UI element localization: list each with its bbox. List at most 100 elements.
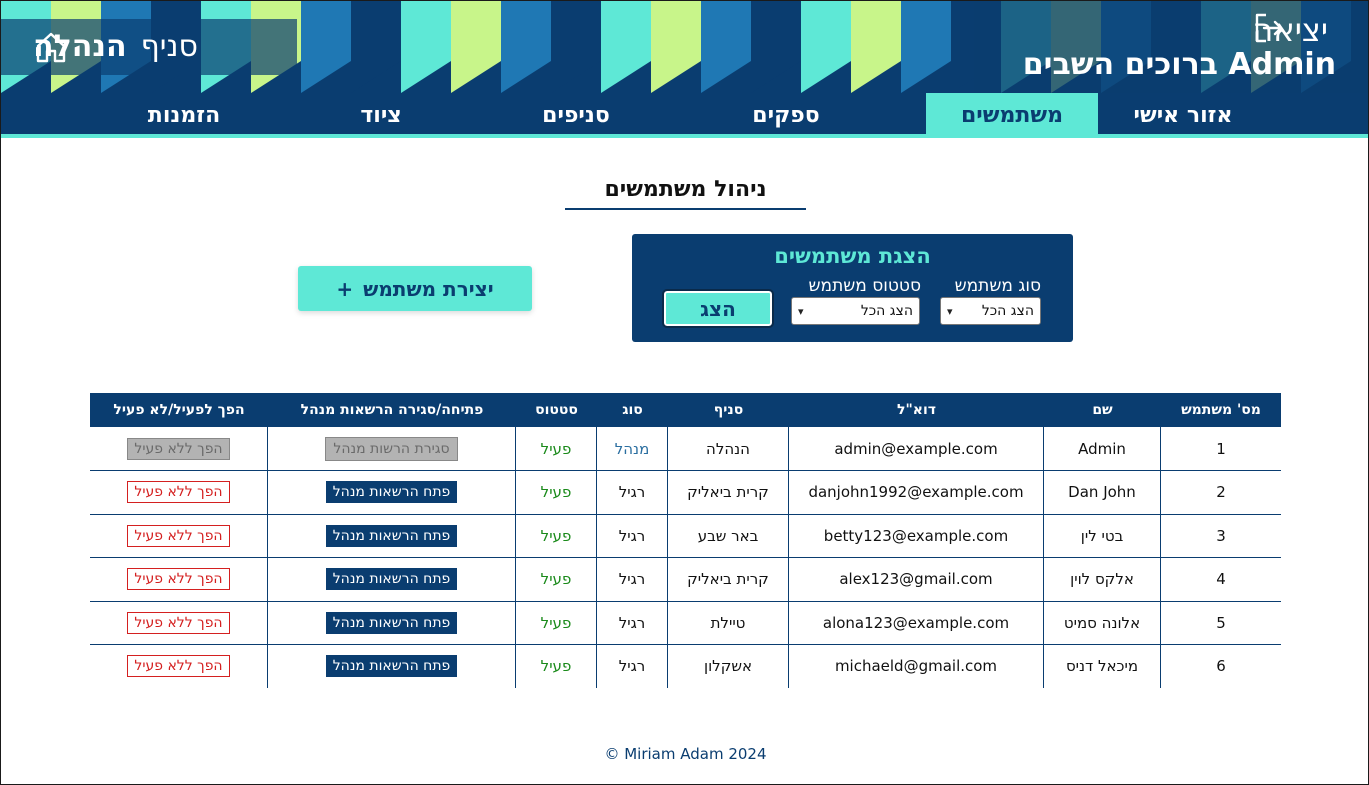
cell-id-text: 2 xyxy=(1216,483,1226,501)
grant-admin-button[interactable]: פתח הרשאות מנהל xyxy=(325,568,458,590)
cell-branch-text: קרית ביאליק xyxy=(687,570,769,588)
cell-toggle-active: הפך ללא פעיל xyxy=(90,601,268,644)
cell-name-text: בטי לין xyxy=(1080,526,1124,545)
cell-type: רגיל xyxy=(597,557,668,601)
user-status-select[interactable]: הצג הכל ▾ xyxy=(791,297,920,325)
cell-name-text: אלקס לוין xyxy=(1070,570,1134,588)
cell-id-text: 1 xyxy=(1216,439,1226,458)
user-type-label: סוג משתמש xyxy=(954,276,1041,296)
cell-name: מיכאל דניס xyxy=(1044,644,1161,688)
user-filter-panel: הצגת משתמשים סוג משתמש הצג הכל ▾ סטטוס מ… xyxy=(632,234,1073,342)
cell-id: 3 xyxy=(1161,514,1281,557)
filter-title: הצגת משתמשים xyxy=(774,244,931,268)
col-header-id: מס' משתמש xyxy=(1181,402,1261,418)
cell-type-text: מנהל xyxy=(614,439,650,458)
cell-admin-permissions: פתח הרשאות מנהל xyxy=(268,644,516,688)
nav-users[interactable]: משתמשים xyxy=(926,93,1098,138)
cell-type: רגיל xyxy=(597,514,668,557)
cell-email: admin@example.com xyxy=(789,427,1044,470)
cell-status-text: פעיל xyxy=(540,526,572,545)
cell-admin-permissions: פתח הרשאות מנהל xyxy=(268,557,516,601)
cell-admin-permissions: פתח הרשאות מנהל xyxy=(268,514,516,557)
cell-email-text: michaeld@gmail.com xyxy=(834,657,998,675)
cell-branch: באר שבע xyxy=(668,514,789,557)
cell-toggle-active: הפך ללא פעיל xyxy=(90,644,268,688)
cell-branch-text: אשקלון xyxy=(704,657,752,675)
cell-type-text: רגיל xyxy=(618,483,646,501)
cell-type-text: רגיל xyxy=(618,613,646,632)
cell-type: רגיל xyxy=(597,470,668,514)
user-status-value: הצג הכל xyxy=(860,303,913,319)
cell-id: 1 xyxy=(1161,427,1281,470)
cell-status: פעיל xyxy=(516,427,597,470)
plus-icon: + xyxy=(336,276,354,301)
cell-type-text: רגיל xyxy=(618,657,646,675)
cell-email-text: alona123@example.com xyxy=(822,613,1010,632)
deactivate-user-button[interactable]: הפך ללא פעיל xyxy=(127,481,230,503)
cell-toggle-active: הפך ללא פעיל xyxy=(90,514,268,557)
cell-status: פעיל xyxy=(516,470,597,514)
cell-branch-text: הנהלה xyxy=(706,439,750,458)
user-type-value: הצג הכל xyxy=(981,303,1034,319)
table-row: 4 אלקס לוין alex123@gmail.com קרית ביאליק רג… xyxy=(90,557,1281,602)
table-row: 2 Dan John danjohn1992@example.com קרית ביא… xyxy=(90,470,1281,515)
cell-name-text: Dan John xyxy=(1068,483,1136,501)
cell-id-text: 5 xyxy=(1216,613,1226,632)
header-banner: הנהלה סניף יציאה Admin ברוכים השבים xyxy=(1,1,1368,93)
chevron-down-icon: ▾ xyxy=(798,304,804,318)
deactivate-user-button[interactable]: הפך ללא פעיל xyxy=(127,655,230,677)
cell-email: alex123@gmail.com xyxy=(789,557,1044,601)
app-window: הנהלה סניף יציאה Admin ברוכים השבים אזור… xyxy=(0,0,1369,785)
nav-personal-area[interactable]: אזור אישי xyxy=(1098,93,1268,138)
cell-id: 6 xyxy=(1161,645,1281,688)
logout-button[interactable]: יציאה xyxy=(1252,11,1338,49)
table-row: 6 מיכאל דניס michaeld@gmail.com אשקלון רגיל פ… xyxy=(90,644,1281,689)
nav-orders[interactable]: הזמנות xyxy=(114,93,254,138)
cell-branch: טיילת xyxy=(668,601,789,644)
deactivate-user-button[interactable]: הפך ללא פעיל xyxy=(127,524,230,547)
col-header-status: סטטוס xyxy=(535,402,578,418)
show-button[interactable]: הצג xyxy=(662,289,774,328)
cell-status: פעיל xyxy=(516,557,597,601)
nav-branches[interactable]: סניפים xyxy=(506,93,646,138)
user-type-select[interactable]: הצג הכל ▾ xyxy=(940,297,1041,325)
nav-suppliers[interactable]: ספקים xyxy=(716,93,856,138)
revoke-admin-button[interactable]: סגירת הרשות מנהל xyxy=(325,436,458,461)
cell-name: Dan John xyxy=(1044,470,1161,514)
cell-admin-permissions: סגירת הרשות מנהל xyxy=(268,427,516,470)
cell-status-text: פעיל xyxy=(540,483,572,501)
grant-admin-button[interactable]: פתח הרשאות מנהל xyxy=(325,481,458,503)
create-user-label: יצירת משתמש xyxy=(363,276,494,301)
deactivate-user-button[interactable]: הפך ללא פעיל xyxy=(127,437,230,460)
cell-branch-text: טיילת xyxy=(710,613,746,632)
cell-type-text: רגיל xyxy=(618,526,646,545)
main-nav: אזור אישי משתמשים ספקים סניפים ציוד הזמנ… xyxy=(1,93,1368,138)
create-user-button[interactable]: יצירת משתמש + xyxy=(298,266,532,311)
table-row: 5 אלונה סמיט alona123@example.com טיילת רגיל… xyxy=(90,601,1281,645)
branch-label: סניף xyxy=(140,29,198,64)
deactivate-user-button[interactable]: הפך ללא פעיל xyxy=(127,568,230,590)
cell-branch: הנהלה xyxy=(668,427,789,470)
table-row: 3 בטי לין betty123@example.com באר שבע רגיל פ… xyxy=(90,514,1281,558)
grant-admin-button[interactable]: פתח הרשאות מנהל xyxy=(325,524,458,547)
grant-admin-button[interactable]: פתח הרשאות מנהל xyxy=(325,655,458,677)
cell-email-text: admin@example.com xyxy=(834,439,998,458)
grant-admin-button[interactable]: פתח הרשאות מנהל xyxy=(325,611,458,634)
col-header-branch: סניף xyxy=(713,402,744,418)
cell-status-text: פעיל xyxy=(540,439,572,458)
cell-toggle-active: הפך ללא פעיל xyxy=(90,427,268,470)
cell-status: פעיל xyxy=(516,514,597,557)
cell-status-text: פעיל xyxy=(540,657,572,675)
cell-name: Admin xyxy=(1044,427,1161,470)
cell-admin-permissions: פתח הרשאות מנהל xyxy=(268,470,516,514)
cell-branch: קרית ביאליק xyxy=(668,557,789,601)
cell-email: danjohn1992@example.com xyxy=(789,470,1044,514)
cell-admin-permissions: פתח הרשאות מנהל xyxy=(268,601,516,644)
cell-branch-text: קרית ביאליק xyxy=(687,483,769,501)
deactivate-user-button[interactable]: הפך ללא פעיל xyxy=(127,611,230,634)
cell-email-text: danjohn1992@example.com xyxy=(808,483,1024,501)
cell-name-text: Admin xyxy=(1078,439,1126,458)
nav-equipment[interactable]: ציוד xyxy=(311,93,451,138)
cell-id-text: 4 xyxy=(1216,570,1226,588)
cell-type: רגיל xyxy=(597,601,668,644)
